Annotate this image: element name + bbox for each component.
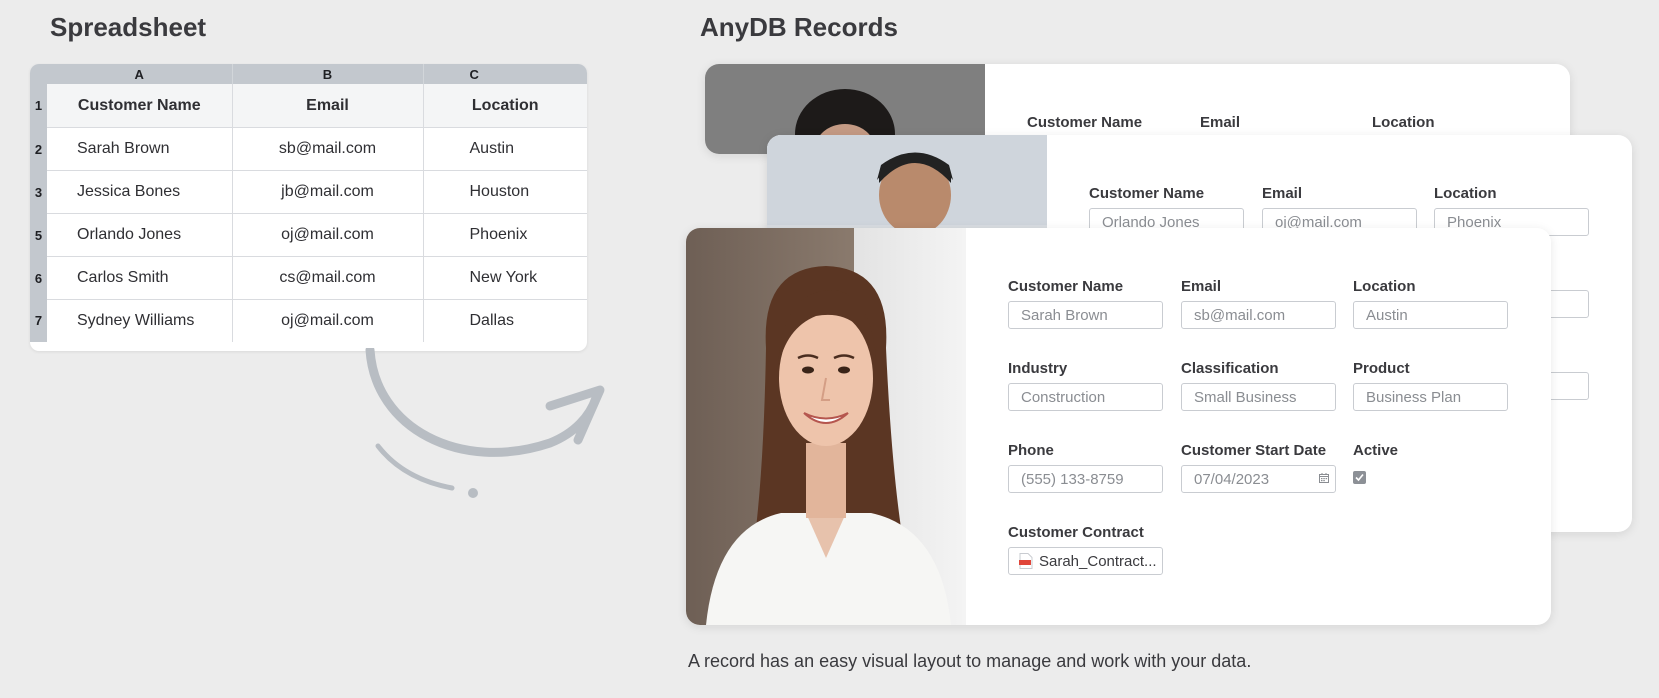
row-number[interactable]: 2 [30, 127, 47, 171]
field-label-location: Location [1434, 185, 1497, 202]
field-industry: Industry [1008, 360, 1166, 411]
field-label-customer-name: Customer Name [1008, 278, 1124, 295]
field-label-industry: Industry [1008, 360, 1068, 377]
cell-email[interactable]: cs@mail.com [232, 256, 424, 300]
record-form: Customer Name Email Location Industry Cl… [966, 228, 1551, 625]
table-row: 2 Sarah Brown sb@mail.com Austin [30, 127, 587, 171]
field-label-email: Email [1181, 278, 1222, 295]
row-number[interactable]: 1 [30, 84, 47, 128]
industry-input[interactable] [1008, 383, 1163, 411]
customer-name-input[interactable] [1008, 301, 1163, 329]
field-label-contract: Customer Contract [1008, 524, 1144, 541]
check-icon [1355, 473, 1364, 482]
row-number[interactable]: 5 [30, 213, 47, 257]
field-label-customer-name: Customer Name [1027, 114, 1143, 131]
location-input[interactable] [1353, 301, 1508, 329]
cell-location[interactable]: Dallas [423, 300, 587, 343]
field-label-start-date: Customer Start Date [1181, 442, 1327, 459]
row-number[interactable]: 6 [30, 256, 47, 300]
table-row: 7 Sydney Williams oj@mail.com Dallas [30, 299, 587, 343]
start-date-input[interactable] [1181, 465, 1336, 493]
field-label-email: Email [1262, 185, 1303, 202]
spreadsheet-table: A B C 1 Customer Name Email Location 2 S… [30, 64, 587, 342]
column-letter-a[interactable]: A [47, 64, 233, 84]
field-start-date: Customer Start Date [1181, 442, 1339, 493]
curved-arrow-icon [365, 348, 605, 498]
contract-file-name: Sarah_Contract... [1039, 552, 1157, 570]
pdf-file-icon [1019, 553, 1033, 569]
active-checkbox[interactable] [1353, 471, 1366, 484]
cell-location[interactable]: New York [423, 256, 587, 300]
customer-photo [686, 228, 966, 625]
column-letter-c[interactable]: C [423, 64, 587, 84]
table-row: 5 Orlando Jones oj@mail.com Phoenix [30, 213, 587, 257]
calendar-icon[interactable] [1319, 473, 1329, 483]
field-phone: Phone [1008, 442, 1166, 493]
header-email[interactable]: Email [232, 84, 424, 128]
cell-name[interactable]: Jessica Bones [47, 170, 233, 214]
cell-email[interactable]: oj@mail.com [232, 213, 424, 257]
product-input[interactable] [1353, 383, 1508, 411]
field-label-location: Location [1353, 278, 1416, 295]
field-label-customer-name: Customer Name [1089, 185, 1205, 202]
table-row: 6 Carlos Smith cs@mail.com New York [30, 256, 587, 300]
cell-location[interactable]: Austin [423, 127, 587, 171]
cell-email[interactable]: oj@mail.com [232, 299, 424, 342]
field-label-active: Active [1353, 442, 1399, 459]
record-card-front[interactable]: Customer Name Email Location Industry Cl… [686, 228, 1551, 625]
field-contract: Customer Contract Sarah_Contract... [1008, 524, 1166, 575]
field-label-classification: Classification [1181, 360, 1279, 377]
field-label-phone: Phone [1008, 442, 1054, 459]
column-letter-b[interactable]: B [232, 64, 424, 84]
cell-name[interactable]: Carlos Smith [47, 256, 233, 300]
field-location: Location [1353, 278, 1511, 329]
row-number[interactable]: 3 [30, 170, 47, 214]
field-customer-name: Customer Name [1008, 278, 1166, 329]
records-title: AnyDB Records [700, 12, 898, 42]
cell-name[interactable]: Sydney Williams [47, 299, 233, 342]
field-label-product: Product [1353, 360, 1410, 377]
cell-email[interactable]: sb@mail.com [232, 127, 424, 171]
header-row: 1 Customer Name Email Location [30, 84, 587, 128]
classification-input[interactable] [1181, 383, 1336, 411]
field-product: Product [1353, 360, 1511, 411]
header-customer-name[interactable]: Customer Name [47, 84, 233, 128]
sheet-corner [30, 64, 47, 84]
contract-file-chip[interactable]: Sarah_Contract... [1008, 547, 1163, 575]
field-classification: Classification [1181, 360, 1339, 411]
spreadsheet-title: Spreadsheet [50, 12, 207, 42]
email-input[interactable] [1181, 301, 1336, 329]
caption: A record has an easy visual layout to ma… [688, 651, 1252, 671]
date-picker [1181, 465, 1336, 493]
row-number[interactable]: 7 [30, 299, 47, 342]
cell-name[interactable]: Sarah Brown [47, 127, 233, 171]
table-row: 3 Jessica Bones jb@mail.com Houston [30, 170, 587, 214]
field-active: Active [1353, 442, 1511, 489]
cell-location[interactable]: Houston [423, 170, 587, 214]
cell-email[interactable]: jb@mail.com [232, 170, 424, 214]
field-label-location: Location [1372, 114, 1435, 131]
cell-name[interactable]: Orlando Jones [47, 213, 233, 257]
spreadsheet: A B C 1 Customer Name Email Location 2 S… [30, 64, 587, 351]
field-label-email: Email [1200, 114, 1241, 131]
column-letter-row: A B C [30, 64, 587, 84]
cell-location[interactable]: Phoenix [423, 213, 587, 257]
field-email: Email [1181, 278, 1339, 329]
phone-input[interactable] [1008, 465, 1163, 493]
header-location[interactable]: Location [423, 84, 587, 128]
